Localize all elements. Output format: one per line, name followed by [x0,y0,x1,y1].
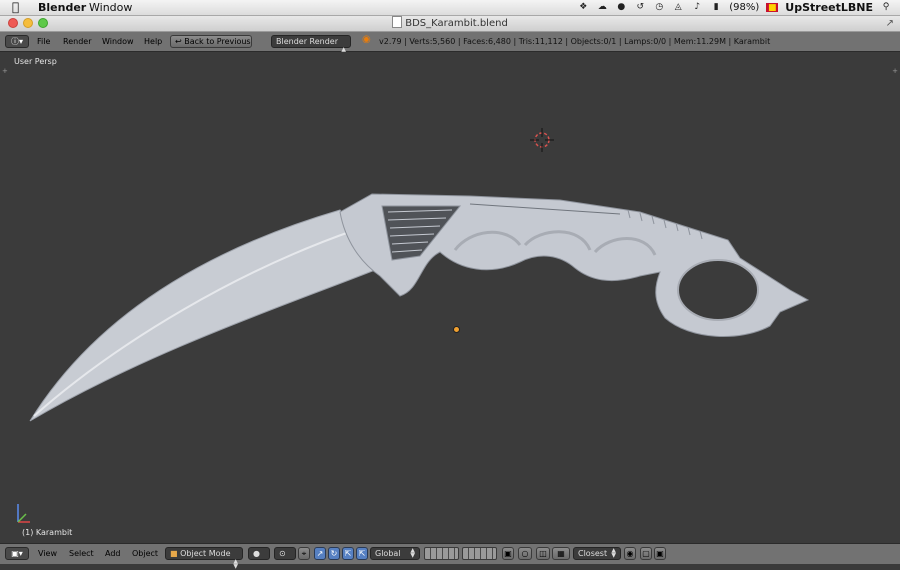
transform-orientation-select[interactable]: Global ▲ ▼ [370,547,420,560]
pivot-point-select[interactable]: ⊙ [274,547,296,560]
back-icon: ↩ [175,37,182,46]
window-title: BDS_Karambit.blend [0,16,900,31]
menu-help[interactable]: Help [144,35,162,48]
window-titlebar: BDS_Karambit.blend ↗ [0,16,900,32]
render-engine-label: Blender Render [276,37,339,46]
editor-type-3dview-icon[interactable]: ▣▾ [5,547,29,560]
blender-logo-icon: ◉ [362,34,371,45]
macos-menubar:  Blender Window ❖ ☁ ● ↺ ◷ ◬ ♪ ▮ (98%) ■… [0,0,900,16]
back-to-previous-label: Back to Previous [184,37,251,46]
3d-cursor-icon[interactable] [530,128,554,152]
solid-shading-icon: ● [253,549,260,558]
time-machine-icon[interactable]: ↺ [634,2,646,13]
select-arrows-icon: ▲▼ [611,547,616,559]
render-animation-icon[interactable]: ▣ [654,547,666,560]
3d-view-header: ▣▾ View Select Add Object ■ Object Mode ▲… [0,543,900,570]
menu-view[interactable]: View [38,547,57,560]
battery-percent: (98%) [729,2,760,13]
opengl-render-icon[interactable]: ◉ [624,547,636,560]
object-mode-icon: ■ [170,549,178,558]
snap-element-icon[interactable]: ▦ [552,547,570,560]
layers-grid-1[interactable] [424,547,459,560]
dropbox-icon[interactable]: ❖ [577,2,589,13]
editor-type-info-icon[interactable]: ⓘ▾ [5,35,29,48]
transform-orientation-label: Global [375,549,401,558]
menu-object[interactable]: Object [132,547,158,560]
status-tray: ❖ ☁ ● ↺ ◷ ◬ ♪ ▮ (98%) ■ UpStreetLBNE ⚲ [577,0,892,15]
sync-icon[interactable]: ◷ [653,2,665,13]
object-mode-label: Object Mode [180,549,231,558]
active-object-label: (1) Karambit [22,528,73,537]
object-origin-dot [453,326,460,333]
menu-window[interactable]: Window [102,35,134,48]
window-title-text: BDS_Karambit.blend [405,18,508,29]
document-icon [392,16,403,28]
flag-icon[interactable]: ■ [766,3,779,13]
translate-manipulator-icon[interactable]: ↗ [314,547,326,560]
back-to-previous-button[interactable]: ↩ Back to Previous [170,35,252,48]
wifi-icon[interactable]: ◬ [672,2,684,13]
scale-manipulator-icon[interactable]: ⇱ [342,547,354,560]
snap-target-label: Closest [578,549,608,558]
apple-icon[interactable]:  [12,0,19,15]
snap-target-select[interactable]: Closest ▲ ▼ [573,547,621,560]
viewport-shading-select[interactable]: ● [248,547,270,560]
m-icon[interactable]: ● [615,2,627,13]
fullscreen-icon[interactable]: ↗ [886,18,894,29]
battery-icon[interactable]: ▮ [710,2,722,13]
app-menu-blender[interactable]: Blender [38,0,86,15]
menu-render[interactable]: Render [63,35,91,48]
menu-window[interactable]: Window [89,0,132,15]
menu-add[interactable]: Add [105,547,121,560]
render-engine-select[interactable]: Blender Render▲▼ [271,35,351,58]
proportional-edit-icon[interactable]: ○ [518,547,532,560]
axis-gizmo-icon [17,504,30,523]
select-arrows-icon: ▲▼ [410,547,415,559]
manipulator-toggle-icon[interactable]: ⌖ [298,547,310,560]
select-arrows-icon: ▲▼ [233,558,238,570]
lock-layers-icon[interactable]: ▣ [502,547,514,560]
cloud-icon[interactable]: ☁ [596,2,608,13]
layers-grid-2[interactable] [462,547,497,560]
info-header: ⓘ▾ File Render Window Help ↩ Back to Pre… [0,32,900,58]
menu-file[interactable]: File [37,35,50,48]
snap-toggle-icon[interactable]: ◫ [536,547,550,560]
volume-icon[interactable]: ♪ [691,2,703,13]
3d-viewport[interactable]: + + User Persp (1) Karambit [0,52,900,543]
spotlight-search-icon[interactable]: ⚲ [880,2,892,13]
pivot-icon: ⊙ [279,549,286,558]
user-name[interactable]: UpStreetLBNE [785,1,873,14]
karambit-mesh[interactable] [0,52,900,543]
render-image-icon[interactable]: ▢ [640,547,652,560]
scale-manipulator-icon-2[interactable]: ⇱ [356,547,368,560]
scene-stats: v2.79 | Verts:5,560 | Faces:6,480 | Tris… [379,37,771,46]
object-mode-select[interactable]: ■ Object Mode ▲ ▼ [165,547,243,570]
rotate-manipulator-icon[interactable]: ↻ [328,547,340,560]
menu-select[interactable]: Select [69,547,94,560]
